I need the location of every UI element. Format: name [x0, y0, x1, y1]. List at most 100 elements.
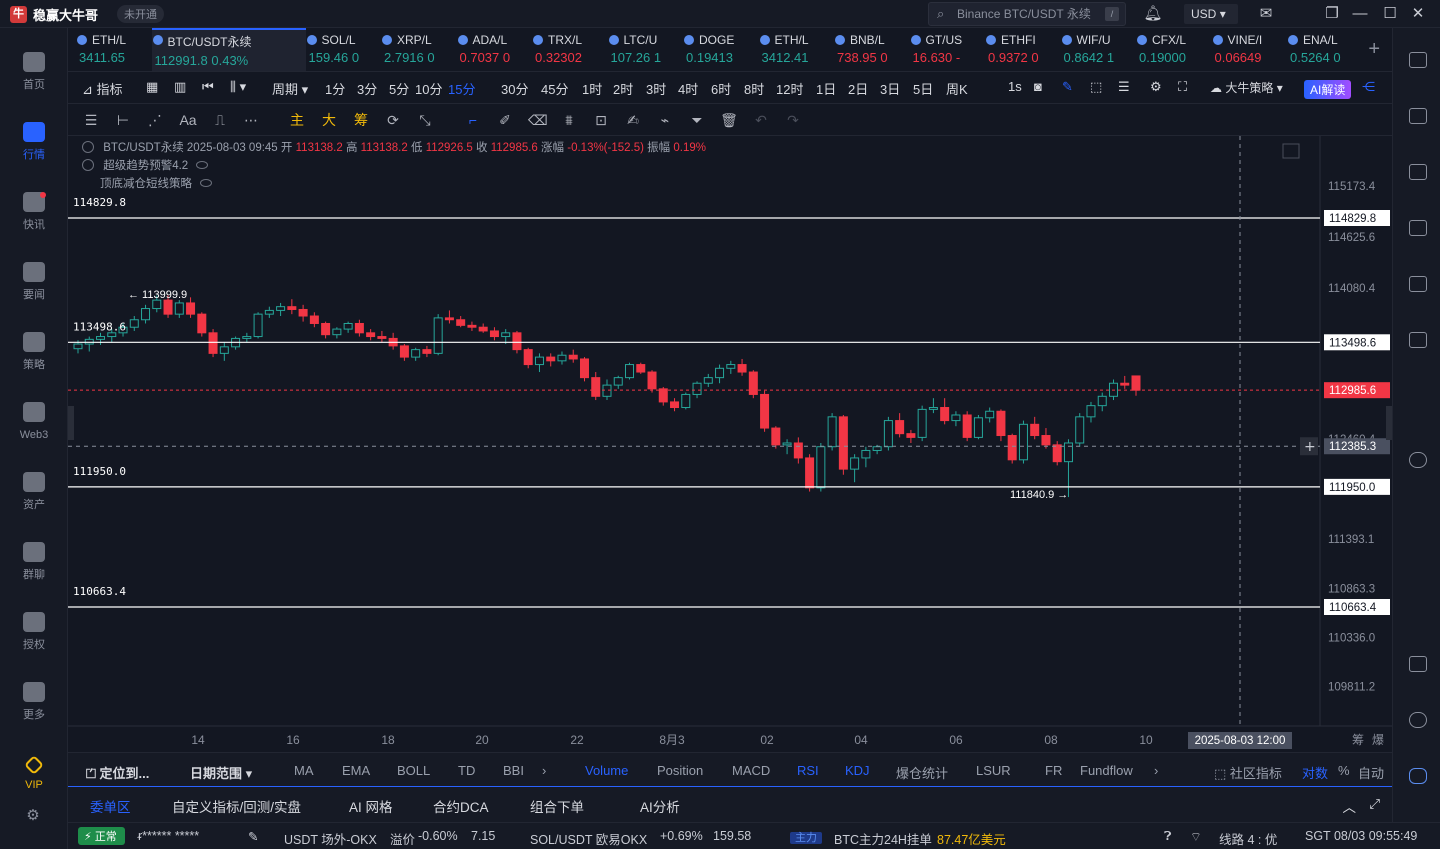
ticker-bnbl[interactable]: BNB/L 738.95 0	[834, 28, 910, 71]
interval-8时[interactable]: 8时	[744, 79, 764, 98]
brush-icon[interactable]: ⤡	[416, 112, 434, 128]
bottom-tab-5[interactable]: AI分析	[640, 796, 680, 816]
ticker-btcusdt[interactable]: BTC/USDT永续 112991.8 0.43%	[151, 28, 306, 71]
main-indicator-boll[interactable]: BOLL	[397, 763, 430, 778]
big-order-toggle[interactable]: 大	[320, 112, 338, 128]
community-indicator-button[interactable]: ⬚ 社区指标	[1214, 763, 1282, 782]
sidebar-item-asset[interactable]: 资产	[0, 458, 68, 522]
bottom-tab-0[interactable]: 委单区	[90, 796, 131, 816]
interval-1日[interactable]: 1日	[816, 79, 836, 98]
chart-type-icon[interactable]: ⫼ ▾	[230, 79, 246, 95]
mail-icon[interactable]: ✉	[1256, 4, 1276, 24]
chevron-right-icon[interactable]: ›	[542, 763, 546, 778]
camera-icon[interactable]: ◙	[1034, 79, 1042, 94]
horizontal-line-icon[interactable]: ⊢	[114, 112, 132, 128]
ai-interpret-button[interactable]: AI解读	[1304, 80, 1352, 99]
text-tool[interactable]: Aa	[176, 112, 200, 128]
window-layout-icon[interactable]: ❐	[1322, 4, 1342, 24]
card-icon[interactable]	[1409, 332, 1427, 348]
locate-button[interactable]: ⏍ 定位到...	[86, 763, 149, 782]
sidebar-item-home[interactable]: 首页	[0, 38, 68, 102]
main-indicator-ma[interactable]: MA	[294, 763, 314, 778]
interval-5分[interactable]: 5分	[389, 79, 409, 98]
playback-speed[interactable]: 1s	[1008, 79, 1022, 94]
select-icon[interactable]: ⬚	[1090, 79, 1102, 95]
bottom-tab-2[interactable]: AI 网格	[349, 796, 393, 816]
headset-icon[interactable]	[1409, 712, 1427, 728]
interval-15分[interactable]: 15分	[448, 79, 475, 98]
ticker-vinei[interactable]: VINE/I 0.06649	[1212, 28, 1288, 71]
expand-panel-icon[interactable]: ⤢	[1369, 796, 1380, 812]
interval-5日[interactable]: 5日	[913, 79, 933, 98]
interval-1分[interactable]: 1分	[325, 79, 345, 98]
symbol-search-input[interactable]: ⌕ Binance BTC/USDT 永续 /	[928, 2, 1126, 26]
sub-indicator-volume[interactable]: Volume	[585, 763, 628, 778]
sidebar-item-web3[interactable]: Web3	[0, 388, 68, 452]
watchlist-icon[interactable]	[1409, 52, 1427, 68]
chevron-right-icon[interactable]: ›	[1154, 763, 1158, 778]
ticker-xrpl[interactable]: XRP/L 2.7916 0	[381, 28, 457, 71]
interval-30分[interactable]: 30分	[501, 79, 528, 98]
main-indicator-td[interactable]: TD	[458, 763, 475, 778]
layout-icon[interactable]: ▥	[174, 79, 186, 95]
note-icon[interactable]: ✍	[624, 112, 642, 128]
settings-gear-icon[interactable]: ⚙	[23, 806, 43, 826]
interval-6时[interactable]: 6时	[711, 79, 731, 98]
exchange-icon[interactable]	[1409, 452, 1427, 468]
ticker-enal[interactable]: ENA/L 0.5264 0	[1287, 28, 1363, 71]
line-quality[interactable]: 线路 4 : 优	[1219, 829, 1277, 848]
minimize-icon[interactable]: —	[1350, 4, 1370, 24]
dollar-icon[interactable]	[1409, 164, 1427, 180]
panel-layout-icon[interactable]	[1409, 656, 1427, 672]
crop-icon[interactable]: ⌐	[464, 112, 482, 128]
main-indicator-toggle[interactable]: 主	[288, 112, 306, 128]
interval-12时[interactable]: 12时	[776, 79, 803, 98]
sub-indicator-爆仓统计[interactable]: 爆仓统计	[896, 763, 948, 782]
log-scale-toggle[interactable]: 对数	[1302, 763, 1328, 782]
main-indicator-bbi[interactable]: BBI	[503, 763, 524, 778]
trash-icon[interactable]: 🗑︎	[720, 112, 738, 128]
trend-lines-icon[interactable]: ⋰	[146, 112, 164, 128]
sub-indicator-macd[interactable]: MACD	[732, 763, 770, 778]
add-ticker-icon[interactable]: +	[1368, 38, 1380, 61]
refresh-icon[interactable]: ⟳	[384, 112, 402, 128]
chart-area[interactable]: 115173.4114625.6114080.4113536.2113000.8…	[68, 136, 1392, 752]
collapse-icon[interactable]	[82, 159, 94, 171]
undo-icon[interactable]: ↶	[752, 112, 770, 128]
sidebar-item-vip[interactable]: VIP	[0, 740, 68, 804]
strategy-select[interactable]: ☁ 大牛策略 ▾	[1210, 79, 1283, 96]
draw-pencil-icon[interactable]: ✎	[1062, 79, 1073, 95]
menu-lines-icon[interactable]: ☰	[82, 112, 100, 128]
date-range-select[interactable]: 日期范围 ▾	[190, 763, 252, 782]
replay-icon[interactable]: ⏮	[202, 79, 214, 95]
bottom-tab-4[interactable]: 组合下单	[530, 796, 584, 816]
ticker-cfxl[interactable]: CFX/L 0.19000	[1136, 28, 1212, 71]
eye-hidden-icon[interactable]	[196, 161, 209, 169]
ticker-gtus[interactable]: GT/US 16.630 -	[910, 28, 986, 71]
help-icon[interactable]: ❓︎	[1164, 829, 1172, 844]
pattern-icon[interactable]: ⩩	[560, 112, 578, 128]
eraser-icon[interactable]: ⌫	[528, 112, 548, 128]
close-icon[interactable]: ✕	[1408, 4, 1428, 24]
bar-stats-icon[interactable]	[1409, 220, 1427, 236]
interval-4时[interactable]: 4时	[678, 79, 698, 98]
sidebar-item-chat[interactable]: 群聊	[0, 528, 68, 592]
sub-indicator-lsur[interactable]: LSUR	[976, 763, 1011, 778]
interval-3时[interactable]: 3时	[646, 79, 666, 98]
sidebar-item-headline[interactable]: 要闻	[0, 248, 68, 312]
ticker-ethl[interactable]: ETH/L 3412.41	[759, 28, 835, 71]
collapse-icon[interactable]	[82, 141, 94, 153]
maximize-icon[interactable]: ☐	[1380, 4, 1400, 24]
chevron-up-icon[interactable]: ︿	[1343, 796, 1357, 816]
ticker-wifu[interactable]: WIF/U 0.8642 1	[1061, 28, 1137, 71]
sidebar-item-market[interactable]: 行情	[0, 108, 68, 172]
interval-3日[interactable]: 3日	[880, 79, 900, 98]
settings-gear-icon[interactable]: ⚙	[1150, 79, 1162, 95]
interval-1时[interactable]: 1时	[582, 79, 602, 98]
interval-10分[interactable]: 10分	[415, 79, 442, 98]
indicator-button[interactable]: ⊿ 指标	[82, 79, 123, 98]
interval-周K[interactable]: 周K	[946, 79, 968, 98]
ticker-adal[interactable]: ADA/L 0.7037 0	[457, 28, 533, 71]
bottom-tab-1[interactable]: 自定义指标/回测/实盘	[172, 796, 301, 816]
filter-icon[interactable]: ⏷	[688, 112, 706, 128]
